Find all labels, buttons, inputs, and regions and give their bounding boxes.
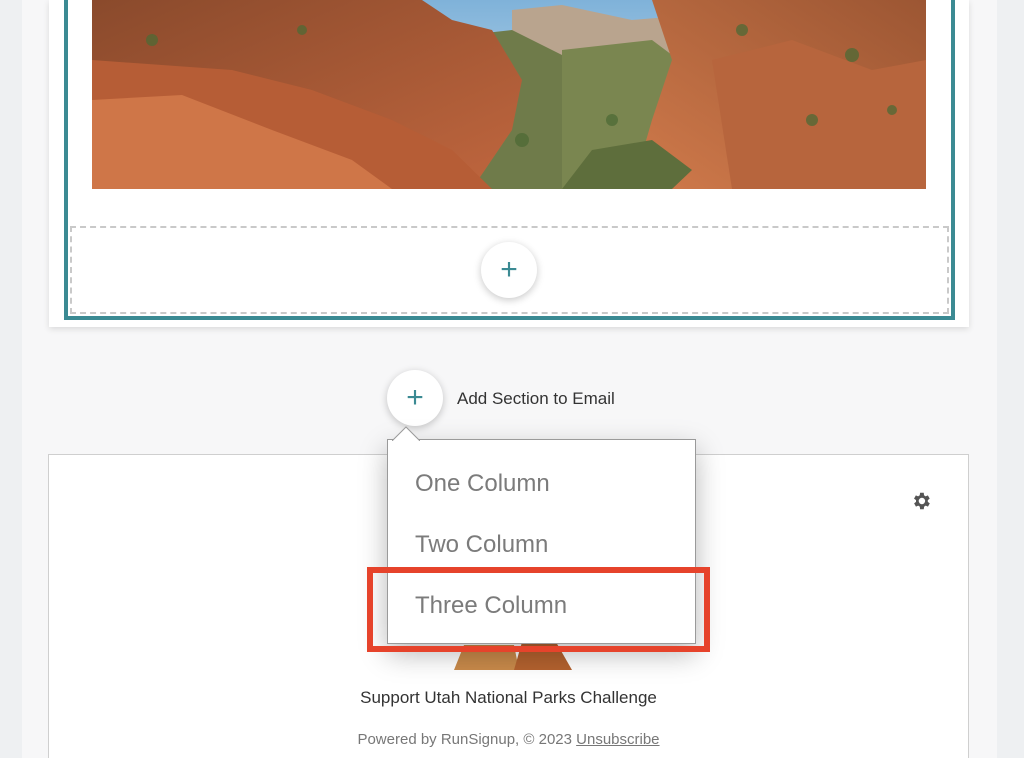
footer-title: Support Utah National Parks Challenge [360, 688, 657, 707]
add-content-button[interactable]: + [481, 242, 537, 298]
menu-pointer [392, 426, 420, 441]
plus-icon: + [406, 381, 424, 414]
powered-by-text: Powered by RunSignup, © 2023 [357, 731, 572, 748]
add-section-label[interactable]: Add Section to Email [457, 389, 615, 409]
footer-powered-by: Powered by RunSignup, © 2023 Unsubscribe [0, 731, 1017, 748]
canyon-photo[interactable] [92, 0, 926, 189]
add-section-button[interactable]: + [387, 370, 443, 426]
footer-logo [454, 642, 572, 670]
menu-item-three-column[interactable]: Three Column [415, 592, 567, 620]
gear-icon[interactable] [910, 490, 932, 512]
menu-item-one-column[interactable]: One Column [415, 470, 550, 498]
unsubscribe-link[interactable]: Unsubscribe [576, 731, 659, 748]
plus-icon: + [500, 253, 518, 286]
menu-item-two-column[interactable]: Two Column [415, 531, 548, 559]
